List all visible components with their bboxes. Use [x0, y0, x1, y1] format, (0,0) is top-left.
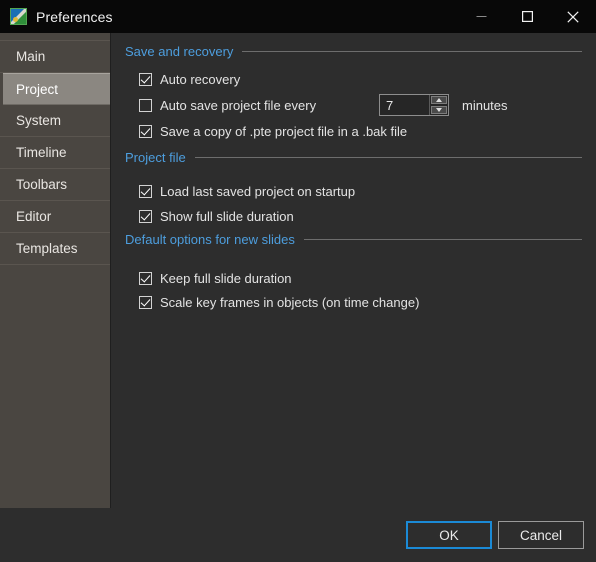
group-header: Project file: [112, 149, 596, 166]
maximize-icon: [521, 11, 533, 22]
sidebar-item-system[interactable]: System: [0, 105, 110, 137]
group-rule: [194, 157, 582, 158]
group-rows: Load last saved project on startup Show …: [112, 166, 596, 227]
preferences-dialog: Preferences Main Project System Timeline…: [0, 0, 596, 562]
group-title: Save and recovery: [125, 44, 234, 59]
option-label: Load last saved project on startup: [160, 184, 356, 199]
sidebar-item-label: Editor: [16, 209, 52, 224]
sidebar-item-main[interactable]: Main: [0, 41, 110, 73]
window-controls: [458, 0, 596, 33]
autosave-interval-stepper[interactable]: 7: [379, 94, 449, 116]
checkbox-show-full-slide-duration[interactable]: [139, 209, 152, 223]
app-picture-icon: [10, 8, 27, 25]
close-button[interactable]: [550, 0, 596, 33]
sidebar-item-label: System: [16, 113, 62, 128]
option-label: Scale key frames in objects (on time cha…: [160, 294, 420, 310]
option-auto-recovery[interactable]: Auto recovery: [139, 68, 596, 90]
dialog-footer: OK Cancel: [0, 508, 596, 562]
option-label: Save a copy of .pte project file in a .b…: [160, 123, 408, 139]
minimize-icon: [476, 16, 486, 17]
group-rows: Keep full slide duration Scale key frame…: [112, 248, 596, 313]
group-save-and-recovery: Save and recovery Auto recovery Auto sav…: [112, 43, 596, 142]
group-default-options-new-slides: Default options for new slides Keep full…: [112, 231, 596, 313]
cancel-button[interactable]: Cancel: [498, 521, 584, 549]
checkbox-auto-save-project-file[interactable]: [139, 98, 152, 112]
window-title: Preferences: [36, 8, 113, 25]
sidebar-item-label: Timeline: [16, 145, 67, 160]
stepper-buttons: [429, 95, 448, 115]
group-title: Default options for new slides: [125, 232, 295, 247]
checkbox-auto-recovery[interactable]: [139, 72, 152, 86]
maximize-button[interactable]: [504, 0, 550, 33]
checkbox-scale-key-frames[interactable]: [139, 295, 152, 309]
sidebar-top-spacer: [0, 33, 110, 41]
option-load-last-project[interactable]: Load last saved project on startup: [139, 178, 596, 205]
cancel-button-label: Cancel: [519, 527, 563, 543]
sidebar-item-label: Project: [16, 81, 59, 97]
group-header: Save and recovery: [112, 43, 596, 60]
checkbox-save-bak-copy[interactable]: [139, 124, 152, 138]
title-bar: Preferences: [0, 0, 596, 33]
sidebar-item-label: Toolbars: [16, 177, 68, 192]
option-label: Auto save project file every: [160, 97, 317, 113]
option-label: Keep full slide duration: [160, 270, 292, 286]
sidebar-item-label: Main: [16, 49, 46, 64]
option-save-bak-copy[interactable]: Save a copy of .pte project file in a .b…: [139, 120, 596, 142]
sidebar-item-editor[interactable]: Editor: [0, 201, 110, 233]
sidebar-item-project[interactable]: Project: [3, 73, 110, 105]
group-rows: Auto recovery Auto save project file eve…: [112, 60, 596, 142]
chevron-up-icon: [436, 98, 442, 102]
group-project-file: Project file Load last saved project on …: [112, 149, 596, 227]
close-icon: [567, 10, 579, 23]
group-header: Default options for new slides: [112, 231, 596, 248]
group-rule: [242, 51, 582, 52]
settings-panel: Save and recovery Auto recovery Auto sav…: [112, 33, 596, 508]
autosave-interval-value[interactable]: 7: [380, 95, 429, 115]
sidebar-item-timeline[interactable]: Timeline: [0, 137, 110, 169]
chevron-down-icon: [436, 108, 442, 112]
option-keep-full-slide-duration[interactable]: Keep full slide duration: [139, 265, 596, 291]
autosave-interval-control: 7 minutes: [379, 94, 508, 116]
option-label: Show full slide duration: [160, 208, 294, 224]
option-show-full-slide-duration[interactable]: Show full slide duration: [139, 205, 596, 227]
option-label: Auto recovery: [160, 71, 241, 87]
ok-button-label: OK: [439, 527, 459, 543]
checkbox-load-last-project[interactable]: [139, 185, 152, 198]
stepper-down-button[interactable]: [431, 106, 447, 114]
option-scale-key-frames[interactable]: Scale key frames in objects (on time cha…: [139, 291, 596, 313]
group-title: Project file: [125, 150, 186, 165]
stepper-up-button[interactable]: [431, 96, 447, 104]
minimize-button[interactable]: [458, 0, 504, 33]
sidebar-item-templates[interactable]: Templates: [0, 233, 110, 265]
sidebar-item-label: Templates: [16, 241, 78, 256]
group-rule: [303, 239, 582, 240]
checkbox-keep-full-slide-duration[interactable]: [139, 271, 152, 285]
sidebar-nav: Main Project System Timeline Toolbars Ed…: [0, 33, 111, 508]
ok-button[interactable]: OK: [406, 521, 492, 549]
autosave-interval-unit-label: minutes: [462, 97, 508, 113]
sidebar-item-toolbars[interactable]: Toolbars: [0, 169, 110, 201]
option-auto-save-project-file[interactable]: Auto save project file every 7 minutes: [139, 90, 596, 120]
